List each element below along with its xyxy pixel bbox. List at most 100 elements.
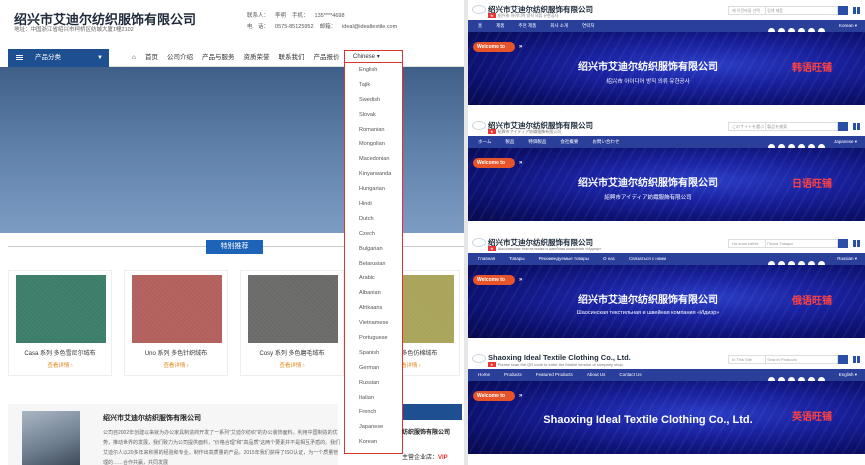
product-image[interactable]: [248, 275, 338, 343]
shop-subtitle: ★ Please scan the QR code to enter the Mo…: [488, 362, 624, 367]
nav-item[interactable]: Главная: [478, 256, 495, 261]
search-scope-select[interactable]: In This Site: [732, 356, 766, 364]
view-details-link[interactable]: 查看详情 ›: [125, 361, 227, 369]
nav-home[interactable]: 首页: [145, 54, 158, 61]
nav-item[interactable]: ホーム: [478, 139, 491, 144]
home-icon[interactable]: ⌂: [132, 54, 136, 61]
nav-products[interactable]: 产品与服务: [202, 54, 235, 61]
grid-menu-icon[interactable]: [853, 240, 860, 247]
welcome-badge: Welcome to: [473, 275, 522, 285]
search-input[interactable]: Поиск Товары: [767, 241, 793, 246]
search-input[interactable]: Search Products: [767, 357, 797, 362]
language-option[interactable]: Slovak: [345, 108, 402, 123]
language-option[interactable]: Macedonian: [345, 152, 402, 167]
language-switcher[interactable]: Russian ▾: [837, 253, 857, 265]
nav-item[interactable]: Contact Us: [619, 372, 641, 377]
language-option[interactable]: Afrikaans: [345, 301, 402, 316]
nav-item[interactable]: 제품: [496, 23, 504, 28]
language-option[interactable]: Swedish: [345, 93, 402, 108]
language-option[interactable]: Italian: [345, 391, 402, 406]
language-option[interactable]: Russian: [345, 376, 402, 391]
language-option[interactable]: Dutch: [345, 212, 402, 227]
shop-subtitle: ★ Шаосинская текстильная и швейная компан…: [488, 246, 602, 251]
nav-item[interactable]: Товары: [509, 256, 524, 261]
language-option[interactable]: Czech: [345, 227, 402, 242]
nav-item[interactable]: Products: [504, 372, 522, 377]
language-option[interactable]: Hungarian: [345, 182, 402, 197]
product-name[interactable]: Uno 系列 多色针织绒布: [125, 348, 227, 357]
nav-contact[interactable]: 联系我们: [278, 54, 304, 61]
grid-menu-icon[interactable]: [853, 356, 860, 363]
language-option[interactable]: Albanian: [345, 286, 402, 301]
nav-item[interactable]: お問い合わせ: [592, 139, 619, 144]
shop-subtitle: ★ 紹興市アイディア紡織服飾有限公司: [488, 129, 562, 134]
nav-honors[interactable]: 资质荣誉: [243, 54, 269, 61]
search-button[interactable]: [838, 355, 848, 364]
nav-item[interactable]: About Us: [587, 372, 606, 377]
nav-item[interactable]: О нас: [603, 256, 615, 261]
language-switcher[interactable]: English ▾: [839, 369, 857, 381]
language-option[interactable]: Bulgarian: [345, 242, 402, 257]
search-box[interactable]: In This Site Search Products: [728, 355, 838, 364]
nav-item[interactable]: 会社概要: [560, 139, 578, 144]
language-switcher[interactable]: Korean ▾: [839, 20, 857, 32]
product-name[interactable]: Casa 系列 多色雪尼尔绒布: [9, 348, 111, 357]
language-option[interactable]: Romanian: [345, 123, 402, 138]
company-logo: [472, 354, 486, 363]
nav-item[interactable]: Featured Products: [536, 372, 573, 377]
language-option[interactable]: French: [345, 405, 402, 420]
search-input[interactable]: 검색 제품: [767, 8, 783, 13]
nav-item[interactable]: 연락처: [582, 23, 594, 28]
search-button[interactable]: [838, 239, 848, 248]
nav-quote[interactable]: 产品报价: [313, 54, 339, 61]
category-button[interactable]: 产品分类 ▼: [8, 49, 109, 67]
nav-item[interactable]: 추천 제품: [518, 23, 536, 28]
view-details-link[interactable]: 查看详情 ›: [241, 361, 343, 369]
language-option[interactable]: Mongolian: [345, 137, 402, 152]
nav-item[interactable]: 製品: [505, 139, 514, 144]
product-card[interactable]: Casa 系列 多色雪尼尔绒布 查看详情 ›: [8, 270, 112, 376]
language-dropdown-list: English Tajik Swedish Slovak Romanian Mongoli…: [344, 62, 403, 454]
language-option[interactable]: Japanese: [345, 420, 402, 435]
product-image[interactable]: [16, 275, 106, 343]
language-option[interactable]: Korean: [345, 435, 402, 450]
product-card[interactable]: Cosy 系列 多色磨毛绒布 查看详情 ›: [240, 270, 344, 376]
search-box[interactable]: На этом сайте Поиск Товары: [728, 239, 838, 248]
nav-item[interactable]: Связаться с нами: [629, 256, 666, 261]
nav-item[interactable]: Рекомендуемые товары: [539, 256, 589, 261]
nav-item[interactable]: 홈: [478, 23, 482, 28]
language-option[interactable]: Vietnamese: [345, 316, 402, 331]
product-image[interactable]: [132, 275, 222, 343]
language-option[interactable]: Spanish: [345, 346, 402, 361]
search-button[interactable]: [838, 122, 848, 131]
product-name[interactable]: Cosy 系列 多色磨毛绒布: [241, 348, 343, 357]
nav-item[interactable]: 特価製品: [528, 139, 546, 144]
search-scope-select[interactable]: このサイトを選ぶ: [732, 123, 766, 131]
search-scope-select[interactable]: 제 이전마을 선택: [732, 7, 766, 15]
language-option[interactable]: Hindi: [345, 197, 402, 212]
side-member-info: 主营企业店：VIP: [402, 455, 448, 461]
language-option[interactable]: Portuguese: [345, 331, 402, 346]
search-button[interactable]: [838, 6, 848, 15]
language-option[interactable]: English: [345, 63, 402, 78]
nav-about[interactable]: 公司介绍: [167, 54, 193, 61]
language-option[interactable]: German: [345, 361, 402, 376]
nav-item[interactable]: 회사 소개: [550, 23, 568, 28]
language-option[interactable]: Belarusian: [345, 257, 402, 272]
shop-subtitle: ★ 绍兴市 아이디어 방직 의류 유한공사: [488, 13, 559, 18]
shop-title: Shaoxing Ideal Textile Clothing Co., Ltd…: [488, 353, 631, 362]
chinese-site-screenshot: 绍兴市艾迪尔纺织服饰有限公司 地址：中国浙江省绍兴市柯桥区纺城大厦1幢2102 …: [0, 0, 464, 465]
language-switcher[interactable]: Japanese ▾: [834, 136, 857, 148]
search-input[interactable]: 製品を検索: [767, 124, 787, 129]
language-option[interactable]: Kinyarwanda: [345, 167, 402, 182]
nav-item[interactable]: Home: [478, 372, 490, 377]
search-scope-select[interactable]: На этом сайте: [732, 240, 766, 248]
view-details-link[interactable]: 查看详情 ›: [9, 361, 111, 369]
grid-menu-icon[interactable]: [853, 7, 860, 14]
language-option[interactable]: Arabic: [345, 271, 402, 286]
product-card[interactable]: Uno 系列 多色针织绒布 查看详情 ›: [124, 270, 228, 376]
search-box[interactable]: 제 이전마을 선택 검색 제품: [728, 6, 838, 15]
search-box[interactable]: このサイトを選ぶ 製品を検索: [728, 122, 838, 131]
language-option[interactable]: Tajik: [345, 78, 402, 93]
grid-menu-icon[interactable]: [853, 123, 860, 130]
